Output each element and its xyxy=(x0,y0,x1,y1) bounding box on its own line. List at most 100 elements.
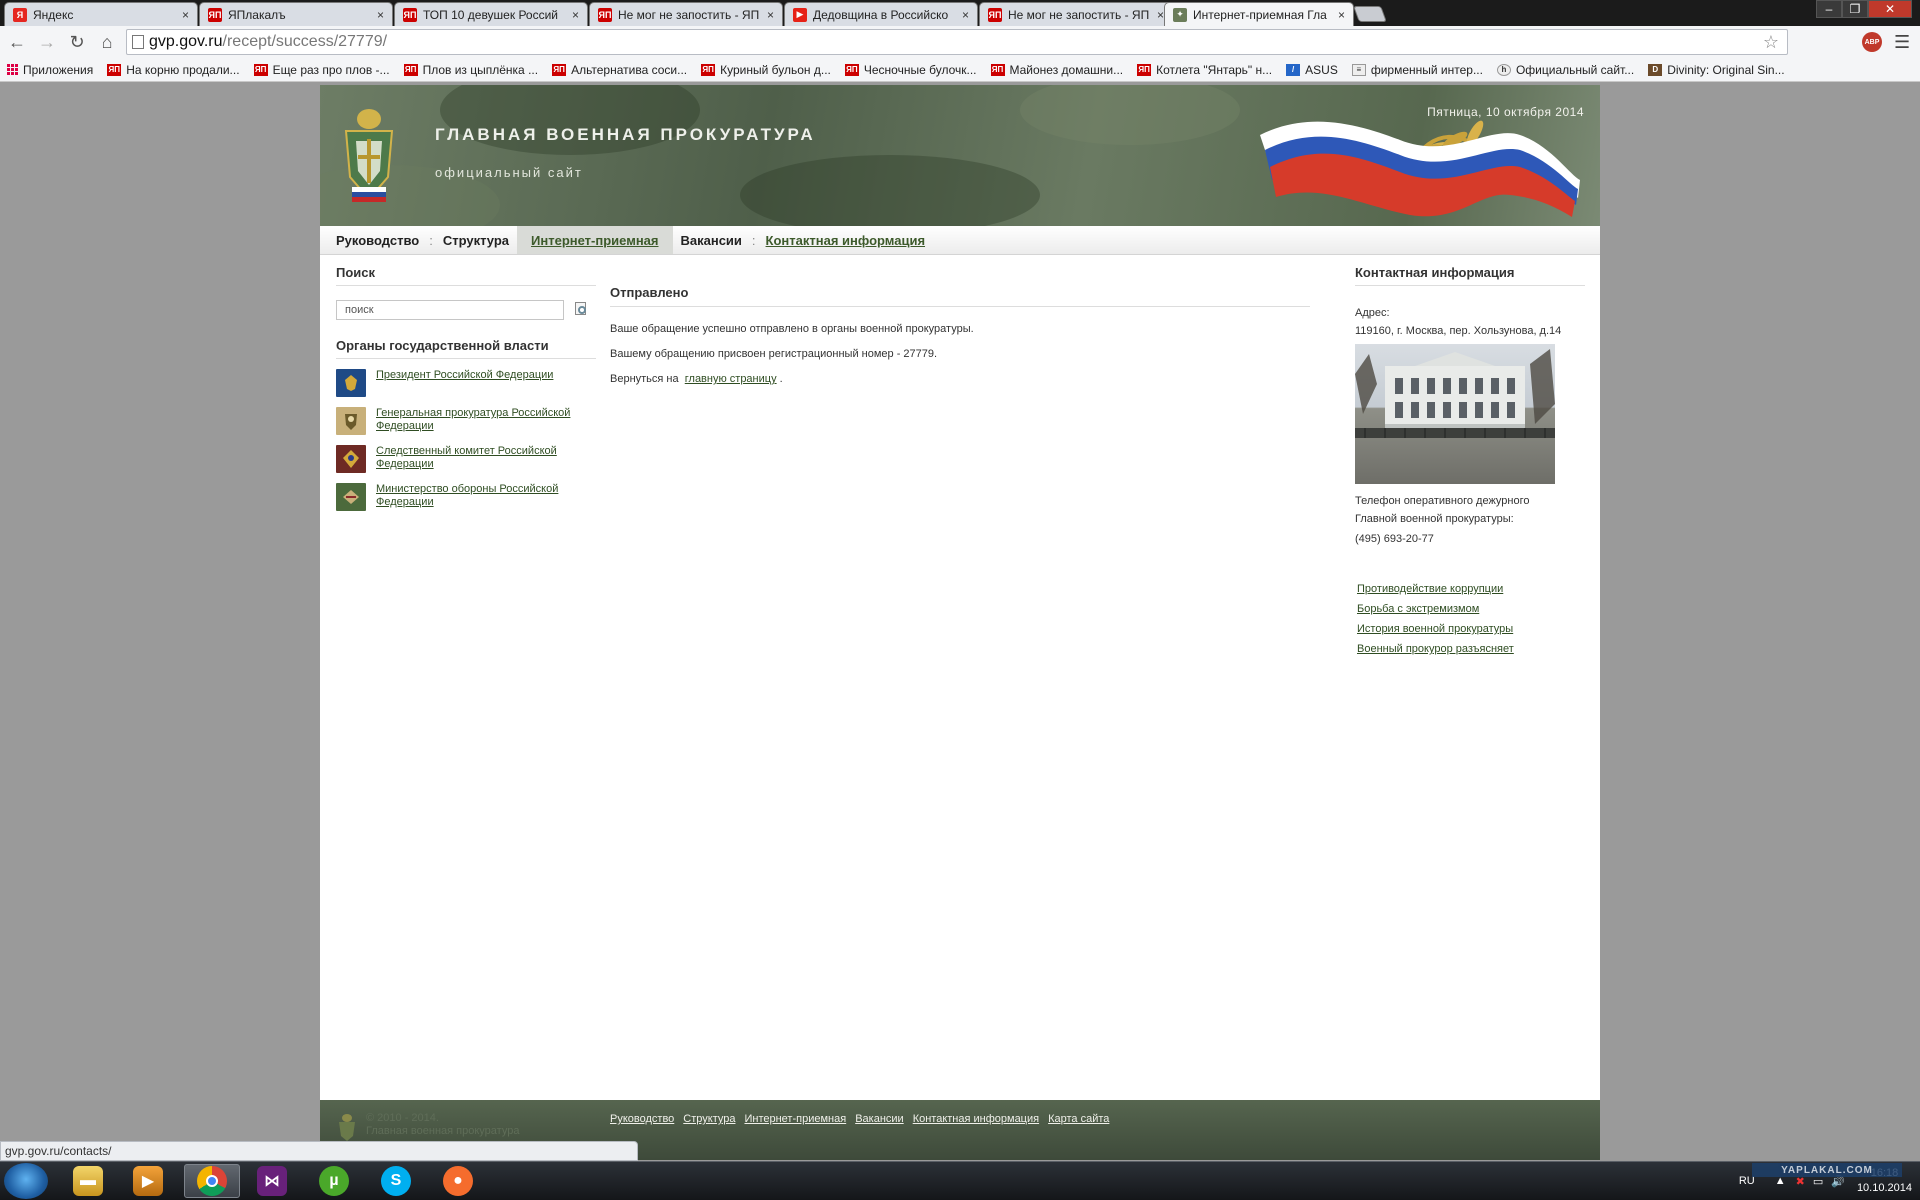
tab-close-icon[interactable]: × xyxy=(767,8,774,22)
close-window-icon[interactable]: ✕ xyxy=(1868,0,1912,18)
footer-link-leadership[interactable]: Руководство xyxy=(610,1113,674,1125)
yandex-icon: Я xyxy=(13,7,27,22)
nav-item-internet-reception[interactable]: Интернет-приемная xyxy=(517,226,673,254)
browser-tab-top10[interactable]: ЯП ТОП 10 девушек Россий × xyxy=(394,2,588,26)
yaplakal-icon: ЯП xyxy=(990,63,1005,76)
bookmark-item[interactable]: D Divinity: Original Sin... xyxy=(1648,63,1785,77)
browser-tab-yaplakal[interactable]: ЯП ЯПлакалъ × xyxy=(199,2,393,26)
government-bodies-heading: Органы государственной власти xyxy=(336,338,596,359)
yaplakal-watermark: YAPLAKAL.COM xyxy=(1752,1163,1902,1177)
footer-link-reception[interactable]: Интернет-приемная xyxy=(744,1113,846,1125)
taskbar-chrome[interactable] xyxy=(184,1164,240,1198)
utorrent-icon: µ xyxy=(319,1166,349,1196)
bookmark-item[interactable]: ≡ фирменный интер... xyxy=(1351,63,1483,77)
media-player-icon: ▶ xyxy=(133,1166,163,1196)
nav-item-structure[interactable]: Структура xyxy=(435,226,517,254)
taskbar-utorrent[interactable]: µ xyxy=(306,1164,362,1198)
search-input[interactable] xyxy=(336,300,564,320)
taskbar-origin[interactable]: ● xyxy=(430,1164,486,1198)
new-tab-button[interactable] xyxy=(1353,6,1387,22)
footer-link-vacancies[interactable]: Вакансии xyxy=(855,1113,904,1125)
yaplakal-icon: ЯП xyxy=(988,7,1002,22)
minimize-icon[interactable]: – xyxy=(1816,0,1842,18)
browser-tab-post-1[interactable]: ЯП Не мог не запостить - ЯП × xyxy=(589,2,783,26)
bookmark-item[interactable]: h Официальный сайт... xyxy=(1496,63,1634,77)
taskbar-skype[interactable]: S xyxy=(368,1164,424,1198)
bookmark-apps[interactable]: Приложения xyxy=(6,63,93,77)
defense-ministry-icon xyxy=(336,483,366,511)
windows-taskbar: ▬ ▶ ⋈ µ S ● RU ▲ ✖ ▭ 🔊 16:18 10.10.2014 xyxy=(0,1161,1920,1200)
footer-link-contacts[interactable]: Контактная информация xyxy=(913,1113,1039,1125)
bookmark-item[interactable]: ЯП Чесночные булочк... xyxy=(844,63,977,77)
adblock-icon[interactable]: ABP xyxy=(1862,32,1882,52)
yaplakal-icon: ЯП xyxy=(701,63,716,76)
tab-close-icon[interactable]: × xyxy=(377,8,384,22)
link-anti-corruption[interactable]: Противодействие коррупции xyxy=(1357,583,1585,595)
skype-icon: S xyxy=(381,1166,411,1196)
link-history[interactable]: История военной прокуратуры xyxy=(1357,623,1585,635)
organ-link-general-prosecutor[interactable]: Генеральная прокуратура Российской Федер… xyxy=(336,407,596,435)
footer-link-structure[interactable]: Структура xyxy=(683,1113,735,1125)
home-page-link[interactable]: главную страницу xyxy=(685,373,777,385)
link-prosecutor-explains[interactable]: Военный прокурор разъясняет xyxy=(1357,643,1585,655)
browser-tab-yandex[interactable]: Я Яндекс × xyxy=(4,2,198,26)
youtube-icon: ▶ xyxy=(793,7,807,22)
browser-tab-post-2[interactable]: ЯП Не мог не запостить - ЯП × xyxy=(979,2,1173,26)
bookmark-item[interactable]: ЯП На корню продали... xyxy=(107,63,240,77)
nav-item-vacancies[interactable]: Вакансии xyxy=(673,226,750,254)
building-photo xyxy=(1355,344,1555,484)
bookmark-item[interactable]: ЯП Плов из цыплёнка ... xyxy=(403,63,538,77)
organ-link-investigative-committee[interactable]: Следственный комитет Российской Федераци… xyxy=(336,445,596,473)
taskbar-visual-studio[interactable]: ⋈ xyxy=(244,1164,300,1198)
footer-emblem-icon xyxy=(339,1114,355,1141)
main-navigation: Руководство : Структура Интернет-приемна… xyxy=(320,226,1600,255)
bookmark-item[interactable]: ЯП Еще раз про плов -... xyxy=(253,63,390,77)
bookmarks-bar: Приложения ЯП На корню продали... ЯП Еще р… xyxy=(0,58,1920,82)
link-anti-extremism[interactable]: Борьба с экстремизмом xyxy=(1357,603,1585,615)
start-button[interactable] xyxy=(4,1163,48,1199)
nav-item-leadership[interactable]: Руководство xyxy=(336,226,427,254)
tab-close-icon[interactable]: × xyxy=(182,8,189,22)
main-content: Отправлено Ваше обращение успешно отправ… xyxy=(610,285,1310,385)
url-path: /recept/success/27779/ xyxy=(222,33,388,50)
tab-close-icon[interactable]: × xyxy=(1338,8,1345,22)
visual-studio-icon: ⋈ xyxy=(257,1166,287,1196)
bookmark-item[interactable]: ЯП Майонез домашни... xyxy=(990,63,1123,77)
bookmark-star-icon[interactable]: ☆ xyxy=(1763,32,1779,53)
return-line: Вернуться на главную страницу . xyxy=(610,373,783,385)
bookmark-item[interactable]: ЯП Куриный бульон д... xyxy=(701,63,831,77)
bookmark-item[interactable]: ЯП Котлета "Янтарь" н... xyxy=(1137,63,1272,77)
maximize-icon[interactable]: ❐ xyxy=(1842,0,1868,18)
site-title: ГЛАВНАЯ ВОЕННАЯ ПРОКУРАТУРА xyxy=(435,125,816,144)
tab-close-icon[interactable]: × xyxy=(1157,8,1164,22)
right-links: Противодействие коррупции Борьба с экстр… xyxy=(1355,583,1585,655)
yaplakal-icon: ЯП xyxy=(253,63,268,76)
tab-close-icon[interactable]: × xyxy=(962,8,969,22)
game-icon: D xyxy=(1648,63,1663,76)
reload-icon[interactable]: ↻ xyxy=(64,29,90,55)
organ-link-defense-ministry[interactable]: Министерство обороны Российской Федераци… xyxy=(336,483,596,511)
browser-status-bar: gvp.gov.ru/contacts/ xyxy=(0,1141,638,1161)
bookmark-item[interactable]: ЯП Альтернатива соси... xyxy=(552,63,687,77)
yaplakal-icon: ЯП xyxy=(107,63,122,76)
hamburger-menu-icon[interactable]: ☰ xyxy=(1894,32,1910,53)
forward-arrow-icon[interactable]: → xyxy=(34,29,60,55)
footer-link-sitemap[interactable]: Карта сайта xyxy=(1048,1113,1109,1125)
tab-close-icon[interactable]: × xyxy=(572,8,579,22)
prosecutor-emblem-logo[interactable] xyxy=(338,103,400,203)
taskbar-media-player[interactable]: ▶ xyxy=(120,1164,176,1198)
back-arrow-icon[interactable]: ← xyxy=(4,29,30,55)
address-bar[interactable]: gvp.gov.ru/recept/success/27779/ ☆ xyxy=(126,29,1788,55)
success-message: Ваше обращение успешно отправлено в орга… xyxy=(610,323,974,335)
browser-tab-gvp[interactable]: ✦ Интернет-приемная Гла × xyxy=(1164,2,1354,26)
organ-link-president[interactable]: Президент Российской Федерации xyxy=(336,369,596,397)
apps-icon xyxy=(6,63,18,76)
camo-pattern xyxy=(740,155,1040,226)
browser-tab-youtube[interactable]: ▶ Дедовщина в Российско × xyxy=(784,2,978,26)
browser-toolbar: ← → ↻ ⌂ gvp.gov.ru/recept/success/27779/… xyxy=(0,26,1920,58)
search-icon[interactable] xyxy=(574,302,590,318)
nav-item-contacts[interactable]: Контактная информация xyxy=(758,226,933,254)
bookmark-asus[interactable]: / ASUS xyxy=(1286,63,1338,77)
taskbar-explorer[interactable]: ▬ xyxy=(60,1164,116,1198)
home-icon[interactable]: ⌂ xyxy=(94,29,120,55)
